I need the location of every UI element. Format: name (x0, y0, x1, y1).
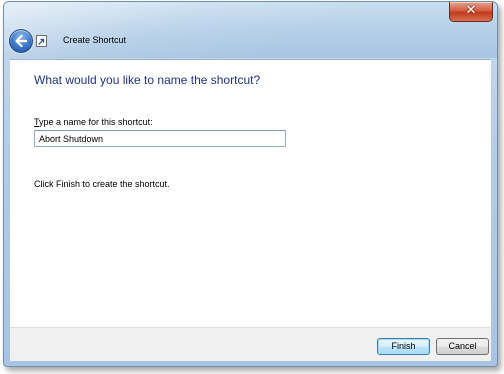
cancel-button[interactable]: Cancel (436, 338, 489, 355)
button-bar: Finish Cancel (10, 327, 491, 361)
create-shortcut-window: ✕ Create Shortcut What would you like to… (3, 1, 498, 367)
window-title: Create Shortcut (63, 35, 127, 45)
titlebar: ✕ Create Shortcut (4, 2, 497, 58)
close-button[interactable]: ✕ (449, 2, 493, 22)
name-field-label: Type a name for this shortcut: (34, 116, 153, 128)
finish-button[interactable]: Finish (377, 338, 430, 355)
instruction-text: Click Finish to create the shortcut. (34, 179, 170, 189)
back-button[interactable] (9, 29, 33, 53)
name-field-label-text: ype a name for this shortcut: (39, 117, 153, 127)
page-heading: What would you like to name the shortcut… (34, 73, 261, 87)
back-arrow-icon (15, 34, 28, 48)
shortcut-name-input[interactable] (34, 130, 286, 147)
close-icon: ✕ (465, 3, 477, 18)
screenshot-canvas: ✕ Create Shortcut What would you like to… (0, 0, 504, 374)
wizard-content: What would you like to name the shortcut… (10, 59, 491, 327)
shortcut-arrow-icon (36, 35, 47, 47)
